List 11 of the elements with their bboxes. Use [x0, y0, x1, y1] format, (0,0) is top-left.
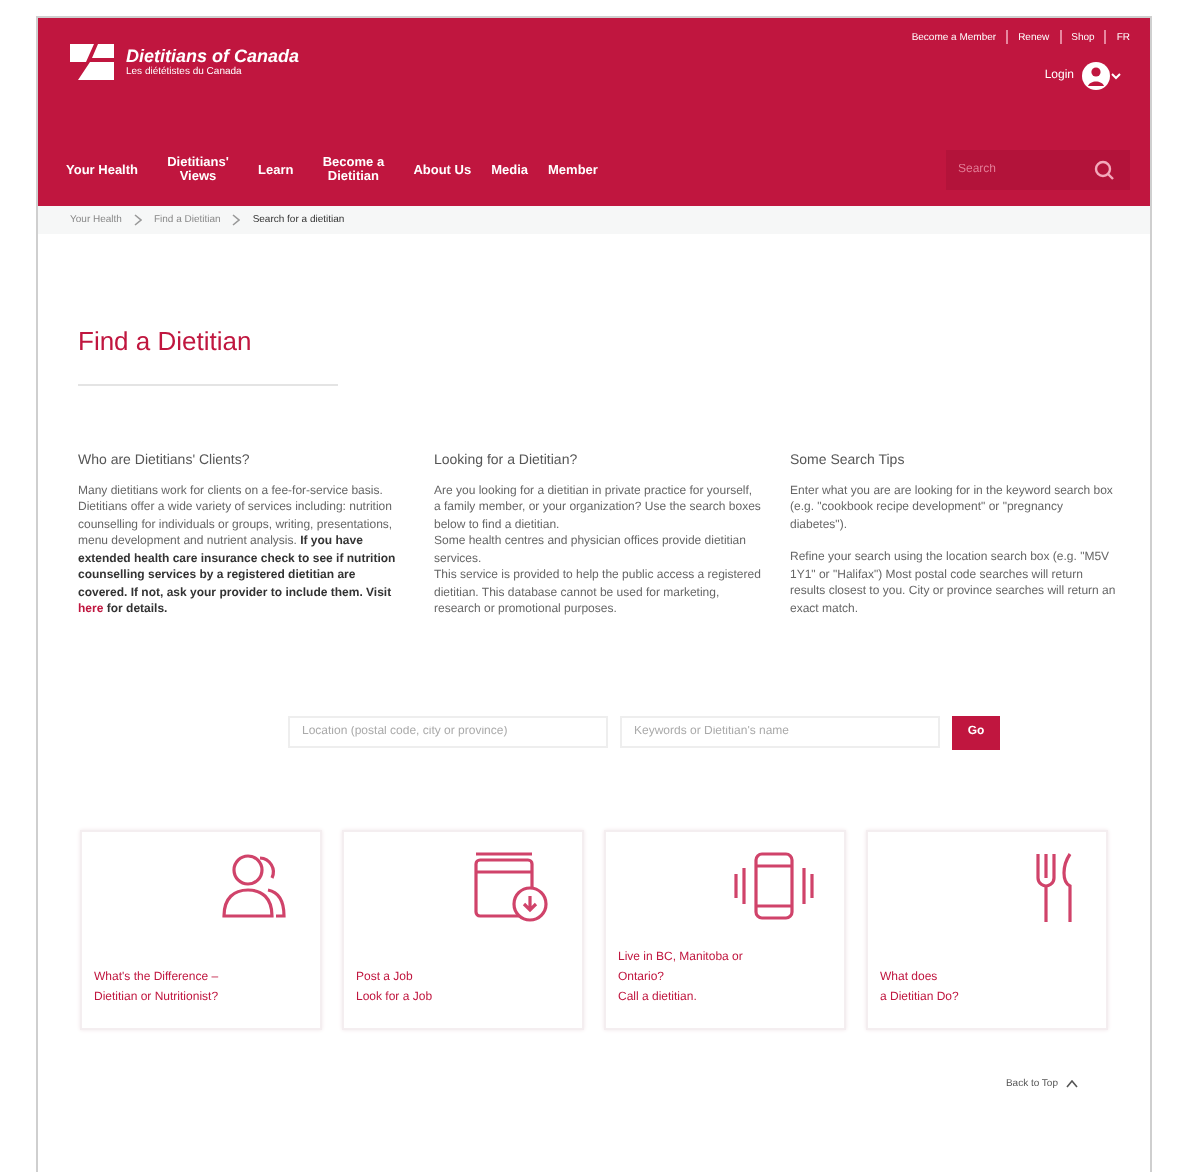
caret-up-icon	[1066, 1079, 1078, 1087]
chevron-icon	[133, 214, 142, 226]
search-icon	[1094, 160, 1114, 180]
site-name: Dietitians of Canada	[126, 46, 300, 66]
page-title: Find a Dietitian	[78, 326, 254, 356]
logo-icon	[66, 40, 118, 84]
user-avatar-icon	[1082, 62, 1122, 90]
search-button[interactable]	[1078, 150, 1130, 190]
chevron-icon	[232, 214, 241, 226]
phone-icon	[732, 847, 816, 923]
calendar-download-icon	[470, 847, 554, 923]
